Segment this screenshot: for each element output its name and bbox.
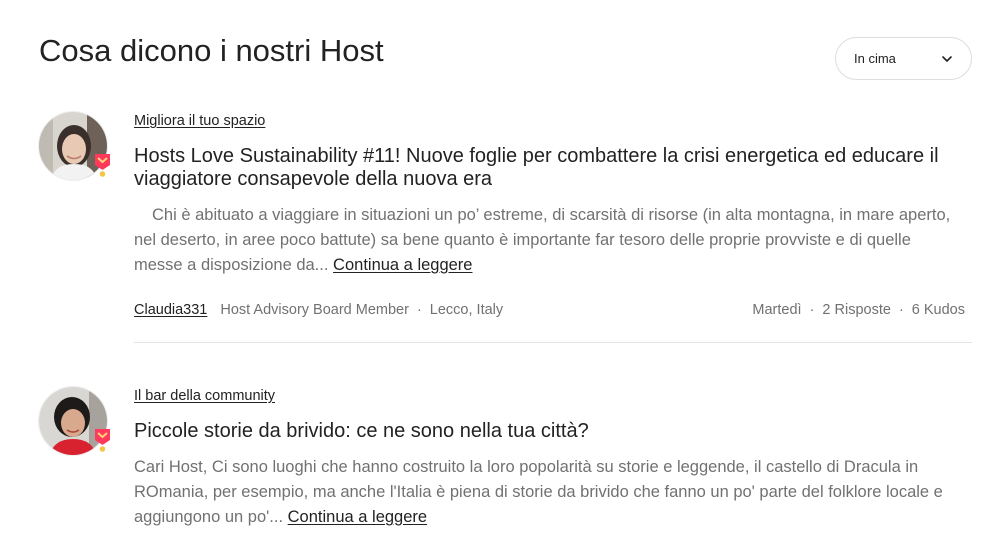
post-divider [134,342,972,343]
avatar[interactable] [38,111,110,183]
host-badge-icon [94,428,111,454]
post-category-link[interactable]: Migliora il tuo spazio [134,113,265,129]
post-excerpt: Chi è abituato a viaggiare in situazioni… [134,203,964,278]
sort-dropdown[interactable]: In cima [835,37,972,80]
post-excerpt-text: Cari Host, Ci sono luoghi che hanno cost… [134,458,943,526]
chevron-down-icon [941,53,953,65]
post-title[interactable]: Piccole storie da brivido: ce ne sono ne… [134,420,964,443]
post-excerpt: Cari Host, Ci sono luoghi che hanno cost… [134,455,964,530]
post-stats: Martedì · 2 Risposte · 6 Kudos [752,302,965,318]
read-more-link[interactable]: Continua a leggere [333,256,472,274]
author-location: Lecco, Italy [429,302,504,318]
post-date: Martedì [752,302,802,318]
post-excerpt-text: Chi è abituato a viaggiare in situazioni… [134,206,951,274]
post-kudos: 6 Kudos [911,302,965,318]
host-badge-icon [94,153,111,179]
sort-dropdown-value: In cima [854,51,896,66]
avatar[interactable] [38,386,110,458]
separator-dot: · [416,302,422,318]
post-category-link[interactable]: Il bar della community [134,388,275,404]
page-title: Cosa dicono i nostri Host [39,33,384,68]
separator-dot: · [809,302,815,318]
post-title[interactable]: Hosts Love Sustainability #11! Nuove fog… [134,145,964,191]
author-link[interactable]: Claudia331 [134,302,207,318]
post-meta: Claudia331 Host Advisory Board Member · … [134,300,965,320]
author-role: Host Advisory Board Member [220,302,409,318]
read-more-link[interactable]: Continua a leggere [288,508,427,526]
separator-dot: · [898,302,904,318]
post-replies: 2 Risposte [822,302,891,318]
